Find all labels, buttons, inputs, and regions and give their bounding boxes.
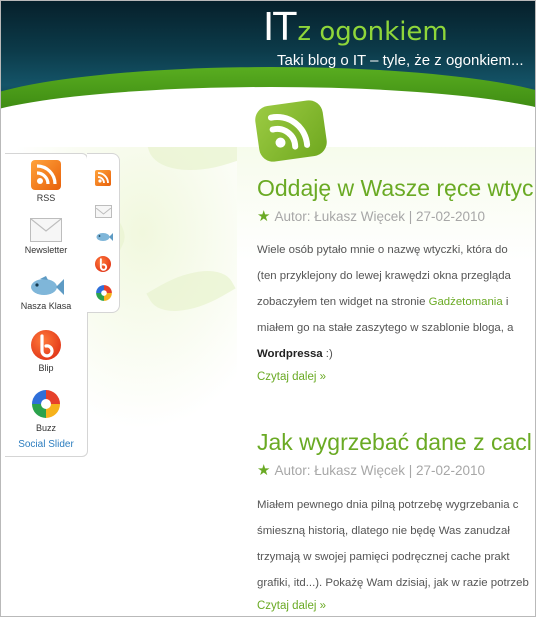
rss-icon — [31, 160, 61, 190]
post-text: i — [502, 296, 509, 308]
post-text: :) — [322, 348, 333, 360]
post-meta: ★ Autor: Łukasz Więcek | 27-02-2010 — [257, 461, 485, 479]
post-line: zobaczyłem ten widget na stronie Gadżeto… — [257, 289, 535, 315]
star-icon: ★ — [257, 208, 271, 225]
post-title[interactable]: Jak wygrzebać dane z cacl — [257, 429, 532, 456]
blip-icon — [31, 330, 61, 360]
social-item-label: RSS — [36, 193, 56, 203]
fish-icon — [28, 276, 64, 298]
social-item-newsletter[interactable]: Newsletter — [5, 218, 87, 255]
buzz-icon — [30, 388, 62, 420]
social-item-label: Newsletter — [24, 245, 68, 255]
read-more-link[interactable]: Czytaj dalej » — [257, 600, 326, 612]
social-item-label: Buzz — [35, 423, 56, 433]
post-line: (ten przyklejony do lewej krawędzi okna … — [257, 270, 511, 282]
post-author-date: Autor: Łukasz Więcek | 27-02-2010 — [274, 463, 486, 478]
rss-feed-icon[interactable] — [253, 98, 329, 164]
logo-sub: z ogonkiem — [297, 17, 448, 47]
post-line: śmieszną historią, dlatego nie będę Was … — [257, 525, 510, 537]
post-line: Miałem pewnego dnia pilną potrzebę wygrz… — [257, 499, 519, 511]
header-glow — [221, 0, 251, 1]
gadzetomania-link[interactable]: Gadżetomania — [429, 296, 503, 308]
social-item-blip[interactable]: Blip — [5, 330, 87, 373]
site-header: ITz ogonkiem Taki blog o IT – tyle, że z… — [1, 0, 535, 147]
fish-icon[interactable] — [95, 230, 113, 246]
post-line: miałem go na stałe zaszytego w szablonie… — [257, 322, 514, 334]
post-line: Wiele osób pytało mnie o nazwę wtyczki, … — [257, 244, 508, 256]
post-line: Wordpressa :) — [257, 341, 535, 367]
browser-viewport: ITz ogonkiem Taki blog o IT – tyle, że z… — [0, 0, 536, 617]
buzz-icon[interactable] — [95, 284, 112, 301]
social-item-label: Blip — [38, 363, 54, 373]
blip-icon[interactable] — [95, 256, 111, 272]
post-excerpt: Miałem pewnego dnia pilną potrzebę wygrz… — [257, 492, 535, 596]
envelope-icon[interactable] — [95, 203, 112, 219]
logo-main: IT — [263, 5, 296, 49]
read-more-link[interactable]: Czytaj dalej » — [257, 371, 326, 383]
social-item-buzz[interactable]: Buzz — [5, 388, 87, 433]
post-line: grafiki, itd...). Pokażę Wam dzisiaj, ja… — [257, 577, 529, 589]
social-item-label: Nasza Klasa — [20, 301, 72, 311]
post-meta: ★ Autor: Łukasz Więcek | 27-02-2010 — [257, 207, 485, 225]
post-text: zobaczyłem ten widget na stronie — [257, 296, 426, 308]
star-icon: ★ — [257, 462, 271, 479]
social-slider-title[interactable]: Social Slider — [5, 439, 87, 450]
post-excerpt: Wiele osób pytało mnie o nazwę wtyczki, … — [257, 237, 535, 367]
social-item-rss[interactable]: RSS — [5, 160, 87, 203]
post-line: trzymają w swojej pamięci podręcznej cac… — [257, 551, 510, 563]
post-author-date: Autor: Łukasz Więcek | 27-02-2010 — [274, 209, 486, 224]
post-bold-text: Wordpressa — [257, 348, 323, 360]
social-item-nasza-klasa[interactable]: Nasza Klasa — [5, 276, 87, 311]
envelope-icon — [30, 218, 62, 242]
social-slider: RSS Newsletter Nasza Klasa Blip Buzz Soc… — [5, 153, 120, 457]
post-title[interactable]: Oddaję w Wasze ręce wtyc — [257, 175, 534, 202]
site-logo[interactable]: ITz ogonkiem — [263, 5, 448, 49]
site-tagline: Taki blog o IT – tyle, że z ogonkiem... — [277, 52, 524, 69]
rss-icon[interactable] — [95, 170, 111, 186]
